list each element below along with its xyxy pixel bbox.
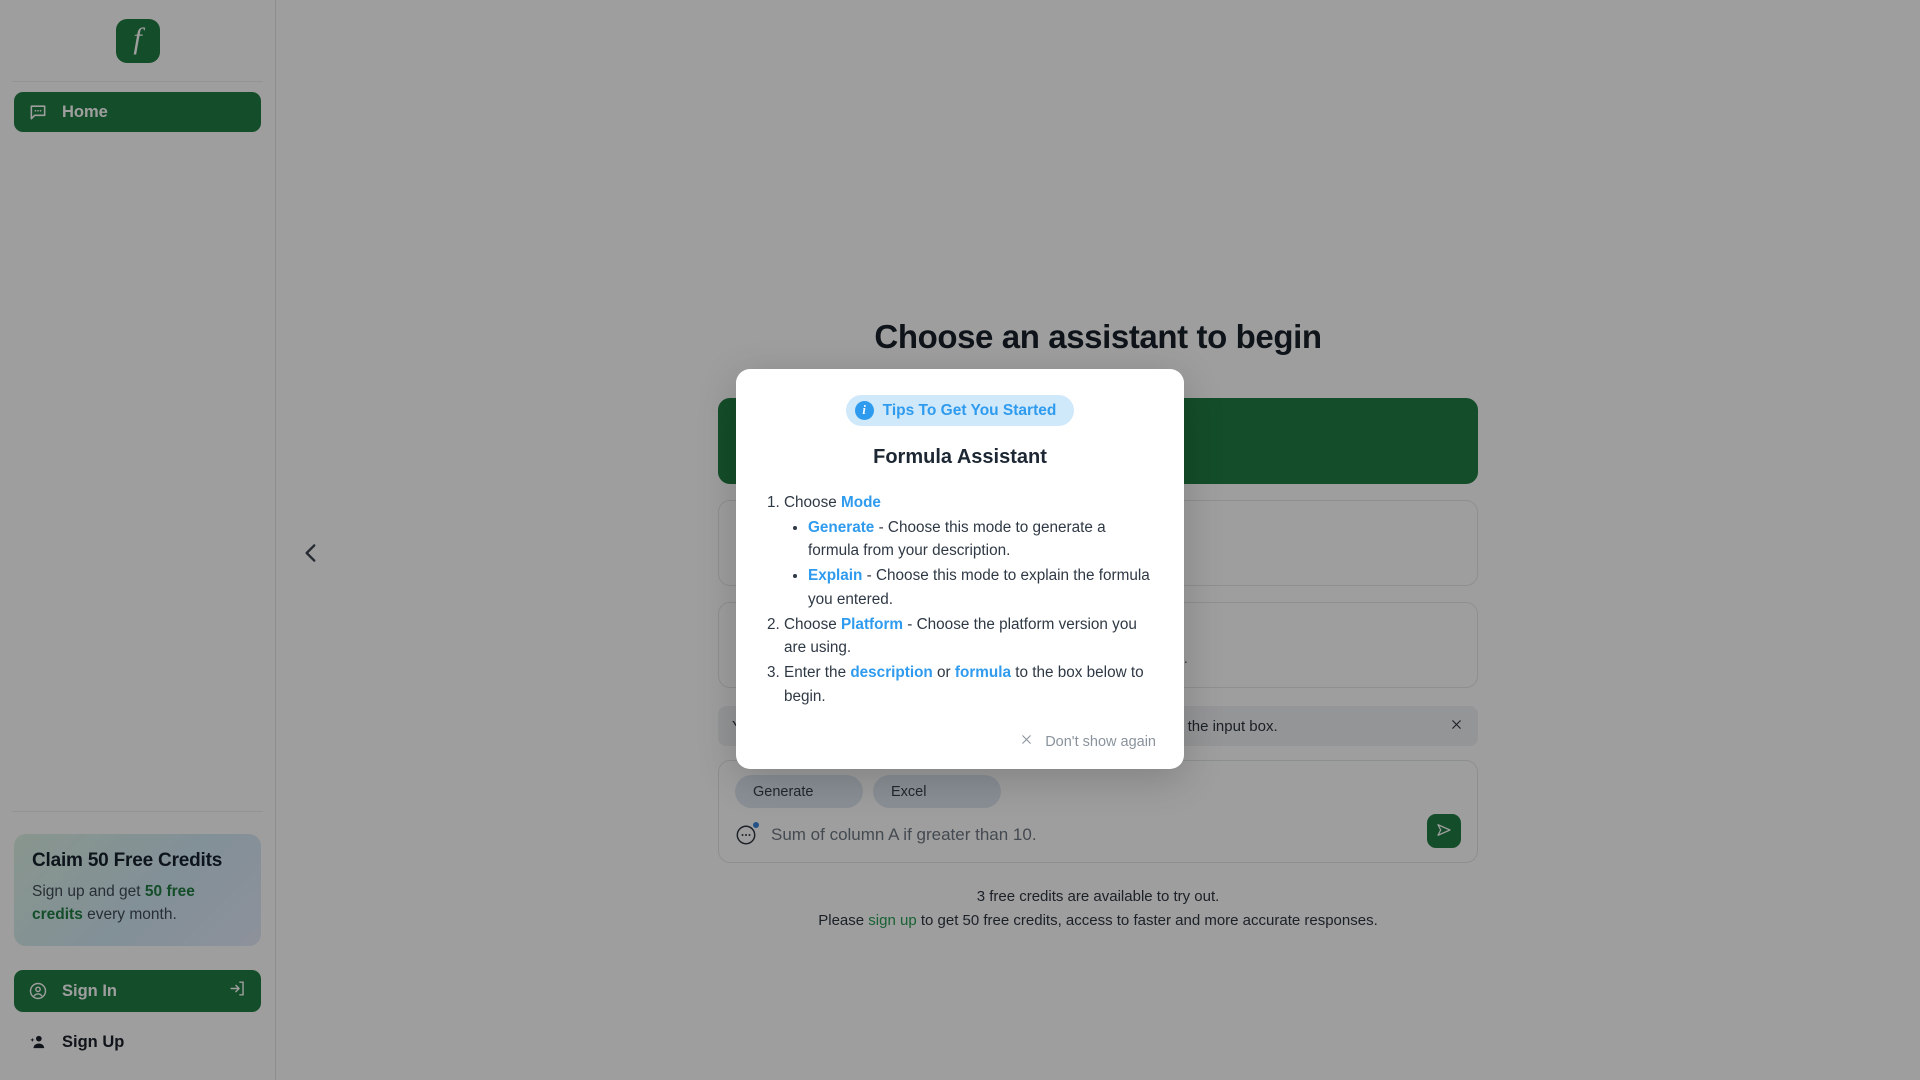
instruction-step-1: Choose Mode Generate - Choose this mode …	[784, 491, 1156, 612]
tips-modal: i Tips To Get You Started Formula Assist…	[736, 369, 1184, 770]
mode-option-generate: Generate - Choose this mode to generate …	[808, 516, 1156, 563]
step3-keyword-formula: formula	[954, 663, 1011, 681]
modal-instructions: Choose Mode Generate - Choose this mode …	[764, 491, 1156, 708]
close-icon	[1019, 732, 1034, 751]
generate-keyword: Generate	[808, 518, 875, 536]
mode-sublist: Generate - Choose this mode to generate …	[784, 516, 1156, 612]
step2-keyword: Platform	[840, 615, 904, 633]
instruction-step-3: Enter the description or formula to the …	[784, 661, 1156, 708]
mode-option-explain: Explain - Choose this mode to explain th…	[808, 564, 1156, 611]
step3-mid: or	[932, 663, 955, 681]
tips-badge-wrap: i Tips To Get You Started	[764, 395, 1156, 426]
dont-show-again-button[interactable]: Don't show again	[764, 732, 1156, 751]
dont-show-again-label: Don't show again	[1045, 733, 1156, 750]
tips-badge-label: Tips To Get You Started	[882, 401, 1057, 419]
step1-prefix: Choose	[784, 494, 841, 511]
info-icon: i	[854, 401, 874, 420]
explain-keyword: Explain	[808, 567, 863, 585]
step2-prefix: Choose	[784, 615, 841, 633]
modal-overlay: i Tips To Get You Started Formula Assist…	[0, 0, 1920, 1080]
step3-keyword-description: description	[850, 663, 933, 681]
tips-badge: i Tips To Get You Started	[845, 395, 1075, 426]
step3-prefix: Enter the	[784, 663, 851, 681]
instruction-step-2: Choose Platform - Choose the platform ve…	[784, 613, 1156, 660]
instruction-list: Choose Mode Generate - Choose this mode …	[764, 491, 1156, 708]
app-root: f Home Claim 50 Free Credits Sign up and…	[0, 0, 1920, 1080]
step1-keyword: Mode	[840, 494, 881, 511]
modal-title: Formula Assistant	[873, 446, 1047, 468]
